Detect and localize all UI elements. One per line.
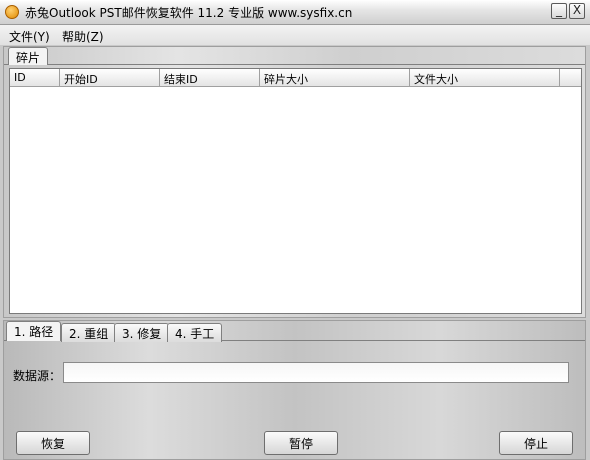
column-header-id[interactable]: ID <box>10 69 60 86</box>
minimize-button[interactable]: _ <box>551 3 567 19</box>
menu-help[interactable]: 帮助(Z) <box>62 28 104 45</box>
column-header-end-id[interactable]: 结束ID <box>160 69 260 86</box>
column-header-start-id[interactable]: 开始ID <box>60 69 160 86</box>
column-header-fragment-size[interactable]: 碎片大小 <box>260 69 410 86</box>
title-bar: 赤兔Outlook PST邮件恢复软件 11.2 专业版 www.sysfix.… <box>0 0 590 25</box>
fragments-table[interactable]: ID 开始ID 结束ID 碎片大小 文件大小 <box>9 68 582 314</box>
pause-button[interactable]: 暂停 <box>264 431 338 455</box>
top-tab-divider <box>4 64 585 65</box>
tab-path[interactable]: 1. 路径 <box>6 321 62 341</box>
close-button[interactable]: X <box>569 3 585 19</box>
menu-file[interactable]: 文件(Y) <box>9 28 50 45</box>
tab-reassemble[interactable]: 2. 重组 <box>61 323 117 342</box>
window-title: 赤兔Outlook PST邮件恢复软件 11.2 专业版 www.sysfix.… <box>25 6 353 20</box>
data-source-input[interactable] <box>63 362 569 383</box>
recover-button[interactable]: 恢复 <box>16 431 90 455</box>
column-header-file-size[interactable]: 文件大小 <box>410 69 560 86</box>
data-source-label: 数据源： <box>13 369 62 383</box>
app-logo-icon <box>5 5 19 19</box>
tab-fragments[interactable]: 碎片 <box>8 47 49 65</box>
menu-bar: 文件(Y) 帮助(Z) <box>0 25 590 45</box>
stop-button[interactable]: 停止 <box>499 431 573 455</box>
table-header: ID 开始ID 结束ID 碎片大小 文件大小 <box>10 69 581 87</box>
tab-repair[interactable]: 3. 修复 <box>114 323 170 342</box>
tab-manual[interactable]: 4. 手工 <box>167 323 223 342</box>
